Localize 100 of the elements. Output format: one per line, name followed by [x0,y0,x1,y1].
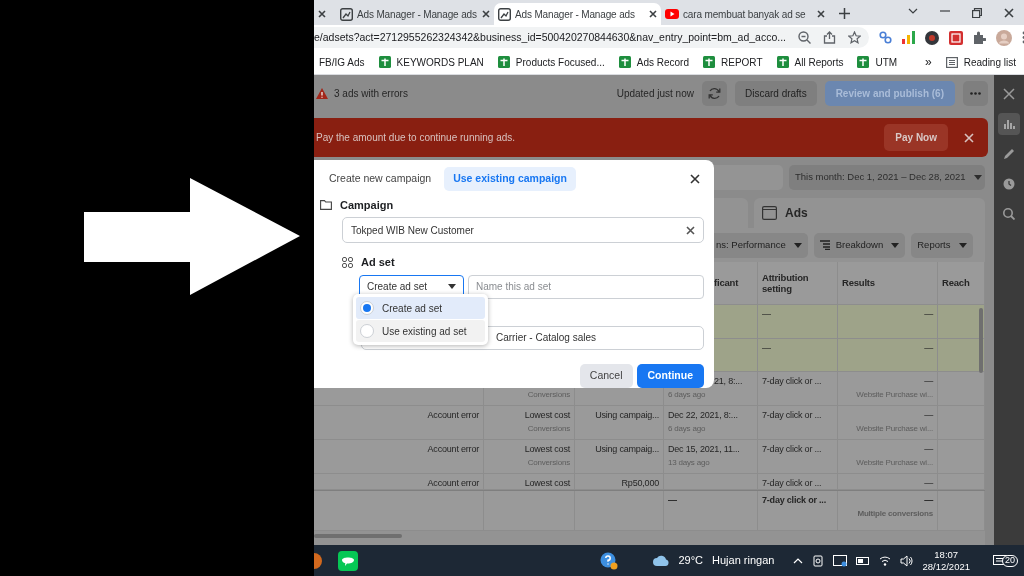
bookmark[interactable]: REPORT [703,54,763,70]
share-icon[interactable] [823,31,837,44]
table-cell-text: — [762,342,772,355]
more-button[interactable] [963,81,988,106]
sheet-icon [378,56,391,68]
table-cell-text: — [668,494,678,507]
video-icon [665,9,679,19]
toolbar-button[interactable]: Breakdown [813,232,906,258]
update-status: Updated just now [616,87,694,101]
minimize-icon[interactable] [940,7,950,14]
bookmark[interactable]: Products Focused... [497,54,605,70]
overflow-button[interactable]: » [925,53,932,71]
camera-icon[interactable] [812,554,825,567]
table-cell-text: Rp50,000 [621,477,659,490]
dialog-tab[interactable]: Create new campaign [320,167,441,191]
bookmark[interactable]: Ads Record [618,54,689,70]
table-cell-text: Lowest cost [524,443,570,456]
clear-icon[interactable] [686,225,695,235]
bookmark[interactable]: All Reports [776,54,844,70]
toolbar-button[interactable]: ns: Performance [714,232,808,258]
toolbar-button[interactable]: Reports [911,232,973,258]
radio-button[interactable] [360,301,374,315]
table-cell-text: Account error [427,477,479,490]
browser-tab[interactable]: cara membuat banyak ad se [661,3,829,25]
field-label: Ad set [361,255,395,271]
close-icon[interactable] [817,10,825,18]
close-icon[interactable] [482,10,490,18]
bookmark[interactable]: KEYWORDS PLAN [378,54,484,70]
table-cell-text: Lowest cost [524,409,570,422]
cancel-button[interactable]: Cancel [579,363,633,388]
ads-tab[interactable]: Ads [754,198,985,228]
address-bar[interactable]: e/adsets?act=2712955262324342&business_id=500420270844630&nav_entry_point=bm_ad_acco... [314,27,870,48]
table-cell-text: Account error [427,409,479,422]
table-cell-text: — [924,443,933,456]
chat-app-icon[interactable] [338,550,358,571]
bookmark[interactable]: UTM [857,54,898,70]
app-icon[interactable] [314,552,322,569]
help-icon[interactable] [600,551,619,570]
column-header[interactable]: ficant [714,277,753,289]
menu-option[interactable]: Create ad set [356,297,485,319]
close-icon[interactable] [690,173,700,184]
reading-list-button[interactable]: Reading list [945,54,1016,70]
cell-note: Multiple conversions [857,507,933,520]
column-header[interactable]: Results [842,277,933,289]
adset-name-field[interactable]: Name this ad set [468,274,704,299]
bars-icon[interactable] [902,31,916,44]
screen-icon[interactable] [833,554,848,567]
browser-tab[interactable]: Ads Manager - Manage ads [336,3,494,25]
date-range-button[interactable]: This month: Dec 1, 2021 – Dec 28, 2021 [789,165,985,190]
puzzle-icon[interactable] [973,31,987,44]
column-header[interactable]: Attribution setting [762,271,833,295]
discard-button[interactable]: Discard drafts [734,81,817,106]
table-cell-text: 7-day click or ... [762,477,823,490]
pay-button[interactable]: Pay Now [884,124,948,151]
menu-option[interactable]: Use existing ad set [356,320,485,342]
pencil-icon[interactable] [1003,148,1015,160]
plus-icon[interactable] [839,8,850,19]
weather-text: Hujan ringan [712,553,775,569]
search-field[interactable] [714,165,783,190]
bookmark[interactable]: FB/IG Ads [319,54,365,70]
chevron-icon[interactable] [908,7,918,14]
sheet-icon [703,56,715,68]
sheet-icon [497,56,510,68]
table-cell-text: Account error [427,443,479,456]
restore-icon[interactable] [972,7,982,18]
column-header[interactable]: Reach [942,277,980,289]
star-icon[interactable] [848,31,862,44]
radio-button[interactable] [360,324,374,338]
zoom-icon[interactable] [798,31,812,44]
caret-icon [793,242,802,248]
link-icon[interactable] [879,31,893,44]
cloud-icon[interactable] [653,555,670,566]
warning-icon [316,88,328,99]
campaign-field[interactable]: Tokped WIB New Customer [342,217,704,244]
table-cell-text: Using campaig... [595,443,659,456]
search-icon[interactable] [1003,208,1015,220]
alert-message: Pay the amount due to continue running ads. [316,131,516,145]
battery-icon[interactable] [856,556,871,565]
close-icon[interactable] [649,10,657,18]
caret-icon [448,284,456,290]
field-label: Campaign [340,197,394,213]
continue-button[interactable]: Continue [636,363,704,388]
caret-icon [958,242,967,248]
close-icon[interactable] [318,10,326,18]
clock-icon[interactable] [1003,178,1015,190]
browser-tab[interactable]: Ads Manager - Manage ads [494,3,661,25]
time-text: 18:07 [934,549,959,561]
scrollbar-thumb[interactable] [314,534,402,538]
table-cell-text: — [924,342,933,355]
folder-icon [320,200,332,210]
error-count[interactable]: 3 ads with errors [334,86,408,101]
close-icon[interactable] [1004,7,1014,18]
dialog-tab[interactable]: Use existing campaign [444,167,576,191]
sheet-icon [776,56,789,68]
caret-icon [891,242,900,248]
tool-button[interactable] [998,113,1020,135]
wifi-icon[interactable] [879,555,892,566]
volume-icon[interactable] [900,554,914,567]
refresh-button[interactable] [701,81,727,106]
extension-icon[interactable] [925,30,940,45]
